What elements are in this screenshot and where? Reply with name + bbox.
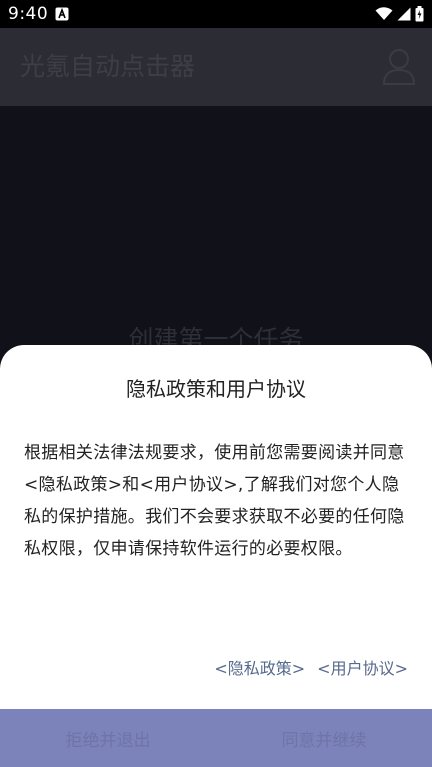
dialog-body: 根据相关法律法规要求，使用前您需要阅读并同意<隐私政策>和<用户协议>,了解我们… <box>24 443 405 559</box>
privacy-policy-link[interactable]: <隐私政策> <box>214 655 305 679</box>
privacy-dialog: 隐私政策和用户协议 根据相关法律法规要求，使用前您需要阅读并同意<隐私政策>和<… <box>0 345 432 767</box>
app-bar: 光氪自动点击器 <box>0 28 432 106</box>
person-icon[interactable] <box>382 46 416 86</box>
status-time: 9:40 <box>8 4 49 24</box>
battery-icon <box>415 6 424 22</box>
dialog-links: <隐私政策> <用户协议> <box>214 655 408 679</box>
status-bar: 9:40 <box>0 0 432 28</box>
accept-button[interactable]: 同意并继续 <box>216 709 432 767</box>
status-icons <box>375 6 424 22</box>
app-title: 光氪自动点击器 <box>20 52 196 81</box>
wifi-icon <box>375 7 393 20</box>
cell-signal-icon <box>397 7 411 21</box>
notification-a-icon <box>55 7 69 21</box>
user-agreement-link[interactable]: <用户协议> <box>317 655 408 679</box>
dialog-action-bar: 拒绝并退出 同意并继续 <box>0 709 432 767</box>
decline-button[interactable]: 拒绝并退出 <box>0 709 216 767</box>
dialog-title: 隐私政策和用户协议 <box>126 377 306 401</box>
